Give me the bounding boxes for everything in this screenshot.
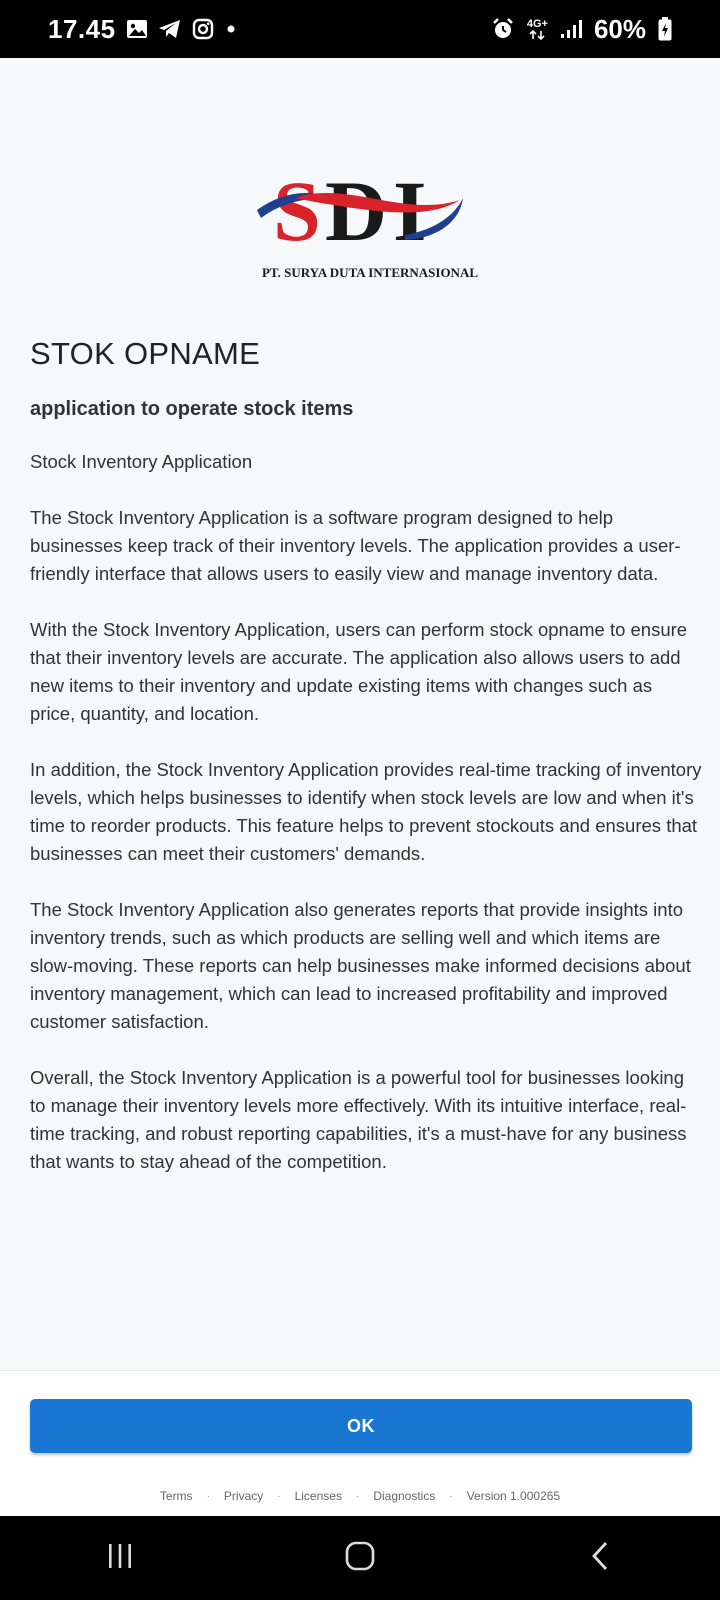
description-paragraph: The Stock Inventory Application is a sof… [30,507,681,584]
back-button[interactable] [560,1528,640,1588]
footer-separator: · [355,1490,360,1502]
telegram-icon [158,18,182,40]
app-title: STOK OPNAME [30,336,261,371]
bottom-panel: OK Terms · Privacy · Licenses · Diagnost… [0,1370,720,1516]
description-paragraph: In addition, the Stock Inventory Applica… [30,759,702,864]
footer-links: Terms · Privacy · Licenses · Diagnostics… [0,1489,720,1503]
terms-link[interactable]: Terms [160,1489,193,1503]
battery-percent: 60% [593,13,646,44]
app-subtitle: application to operate stock items [30,398,354,420]
recent-apps-button[interactable] [80,1528,160,1588]
status-bar: 17.45 4G+ 60% [0,0,720,58]
notification-dot-icon [224,22,238,36]
network-activity-icon: 4G+ [526,17,548,40]
network-type-label: 4G+ [526,17,548,30]
description-heading: Stock Inventory Application [30,451,253,472]
app-description: Stock Inventory Application The Stock In… [30,448,702,1204]
signal-icon [560,19,582,39]
svg-text:S: S [273,163,321,259]
company-logo: S D I PT. SURYA DUTA INTERNASIONAL [255,140,485,310]
recent-apps-icon [105,1541,135,1576]
status-left: 17.45 [48,14,238,45]
home-button[interactable] [320,1528,400,1588]
status-time: 17.45 [48,13,116,44]
footer-separator: · [277,1490,281,1502]
footer-separator: · [449,1490,453,1502]
footer-separator: · [206,1490,210,1502]
description-paragraph: The Stock Inventory Application also gen… [30,899,691,1032]
ok-button[interactable]: OK [30,1399,692,1453]
status-right: 4G+ 60% [491,14,672,45]
instagram-icon [192,18,214,40]
about-content[interactable]: S D I PT. SURYA DUTA INTERNASIONAL STOK … [0,58,720,1370]
company-name-text: PT. SURYA DUTA INTERNASIONAL [262,265,478,280]
alarm-icon [491,17,515,41]
description-paragraph: Overall, the Stock Inventory Application… [30,1067,687,1172]
privacy-link[interactable]: Privacy [224,1489,263,1503]
gallery-icon [126,19,148,39]
licenses-link[interactable]: Licenses [295,1489,342,1503]
description-paragraph: With the Stock Inventory Application, us… [30,619,688,724]
battery-icon [658,17,672,41]
system-nav-bar [0,1516,720,1600]
version-label: Version 1.000265 [466,1489,561,1503]
back-icon [588,1540,612,1577]
diagnostics-link[interactable]: Diagnostics [373,1489,435,1503]
home-icon [344,1540,376,1577]
